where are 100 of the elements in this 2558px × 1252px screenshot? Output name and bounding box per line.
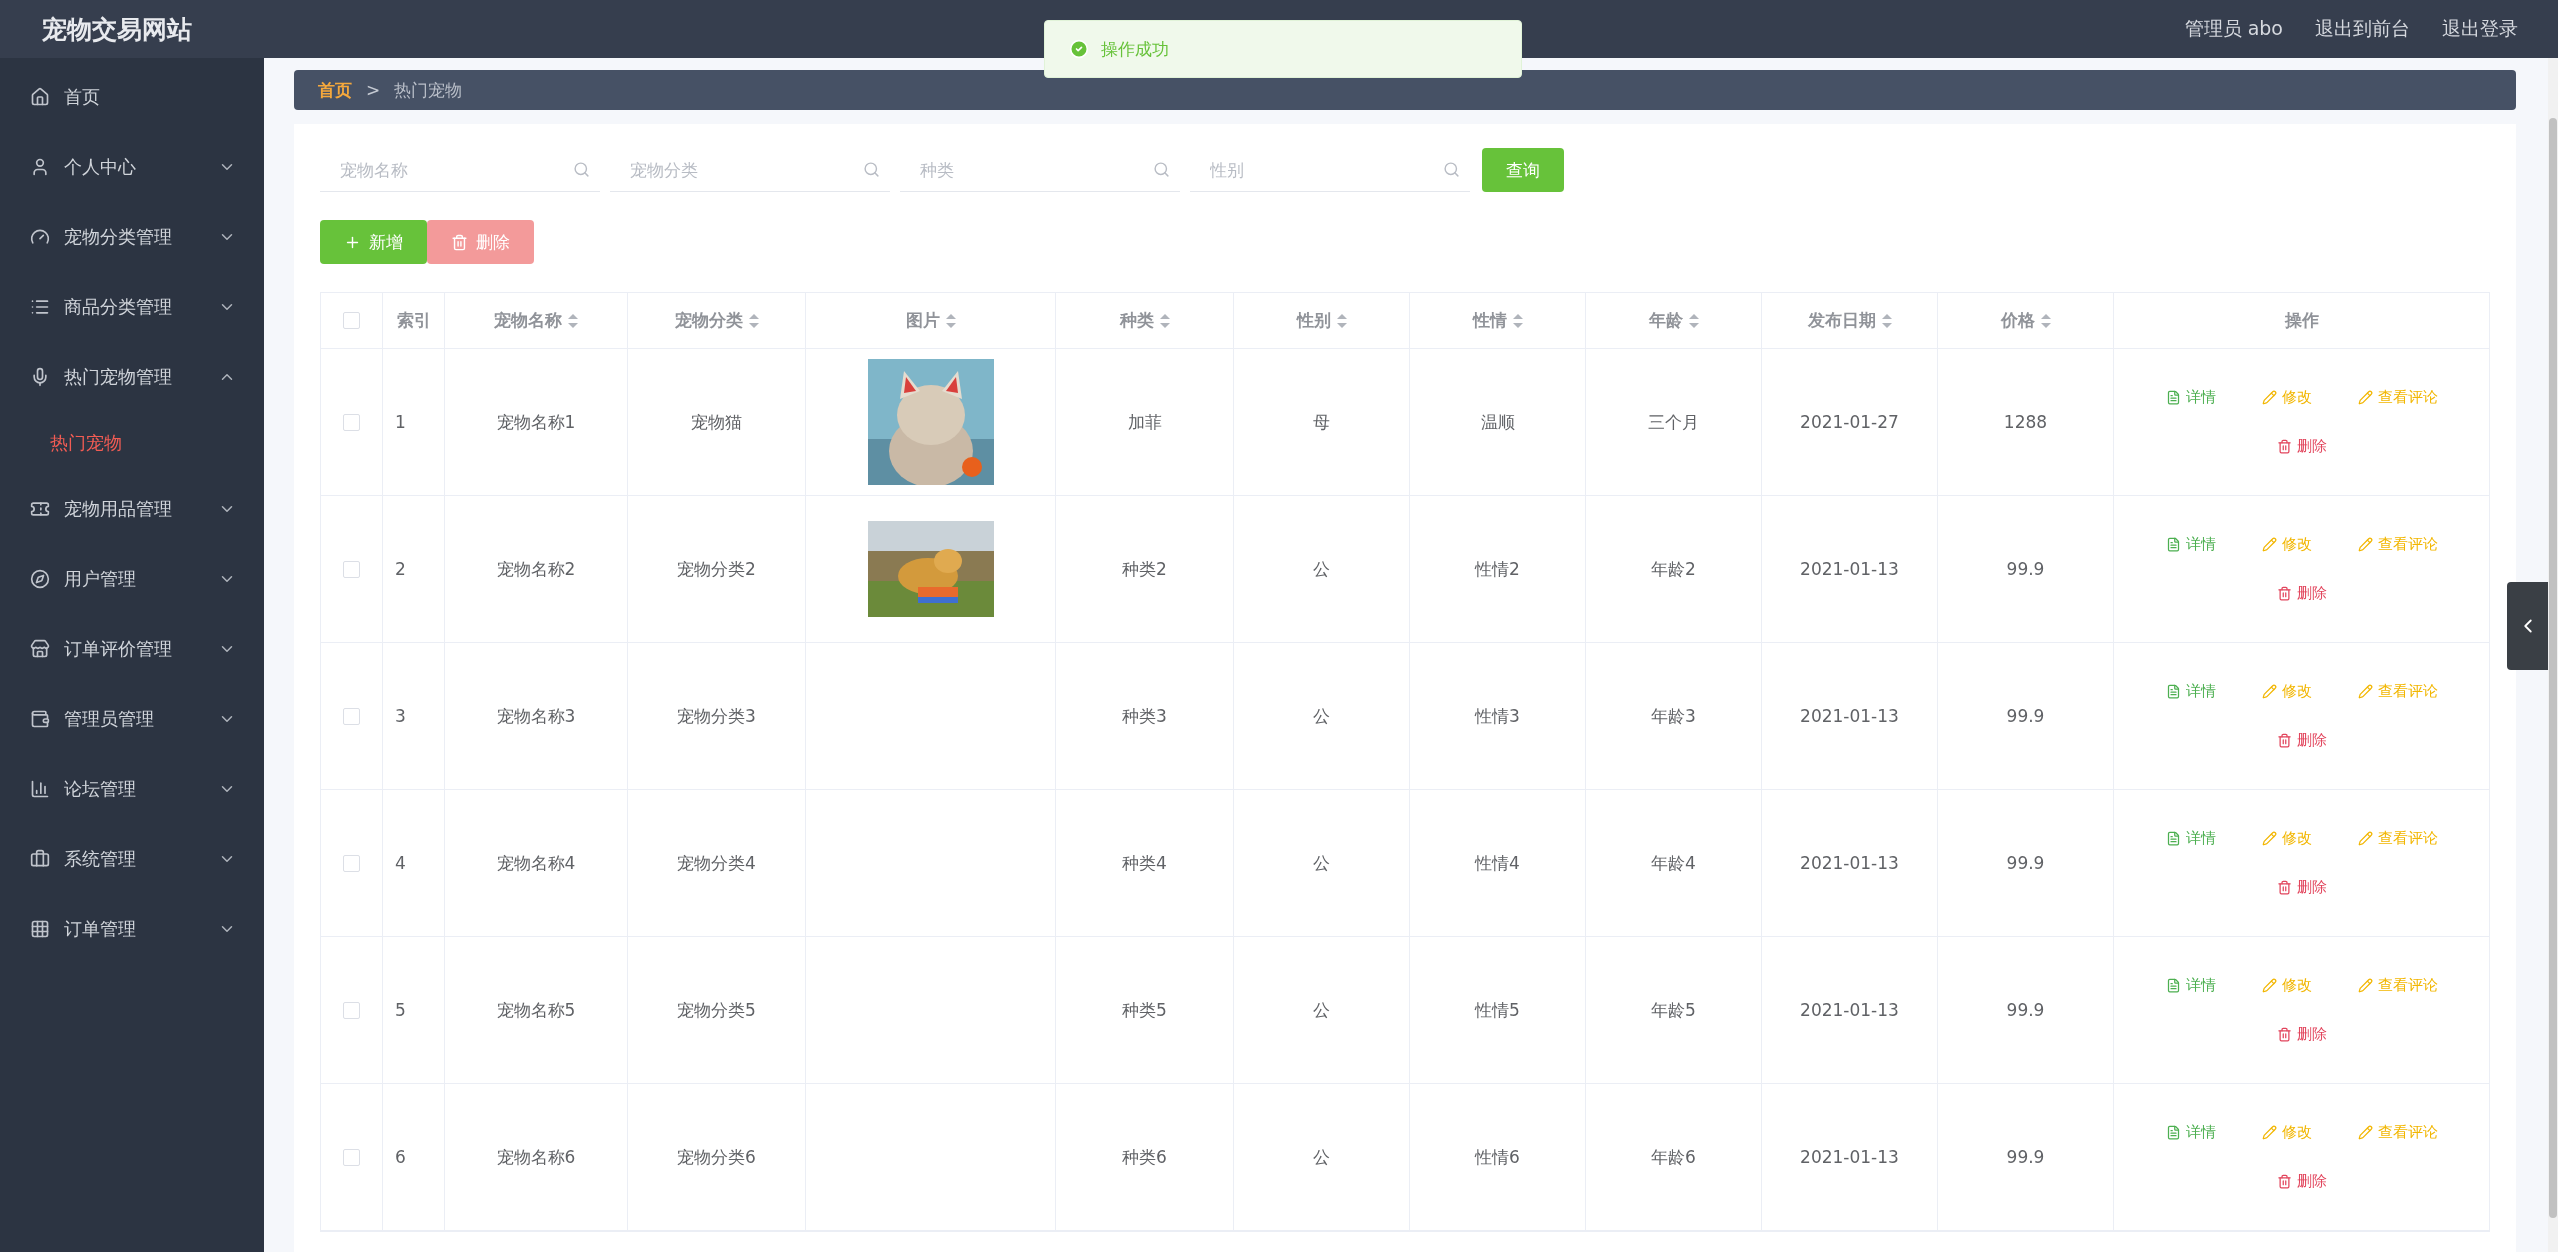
detail-link[interactable]: 详情 bbox=[2165, 388, 2216, 407]
column-header[interactable]: 宠物分类 bbox=[674, 309, 759, 332]
user-name: 管理员 abo bbox=[2184, 16, 2283, 41]
column-header[interactable]: 性别 bbox=[1296, 309, 1347, 332]
row-checkbox[interactable] bbox=[343, 1001, 360, 1019]
table-cell: 温顺 bbox=[1480, 410, 1515, 434]
table-cell: 性情6 bbox=[1475, 1145, 1520, 1169]
table-cell: 宠物名称5 bbox=[496, 998, 576, 1022]
pencil-icon bbox=[2357, 684, 2373, 699]
table-cell: 母 bbox=[1313, 410, 1330, 434]
delete-link[interactable]: 删除 bbox=[2276, 878, 2327, 897]
sort-icon bbox=[2040, 313, 2051, 328]
detail-link[interactable]: 详情 bbox=[2165, 1123, 2216, 1142]
search-field[interactable]: 宠物分类 bbox=[628, 158, 863, 181]
sidebar-item[interactable]: 宠物用品管理 bbox=[0, 474, 264, 544]
sort-icon bbox=[1881, 313, 1892, 328]
table-cell: 宠物分类6 bbox=[677, 1145, 756, 1169]
row-checkbox[interactable] bbox=[343, 1148, 360, 1166]
table-cell: 种类2 bbox=[1122, 557, 1167, 581]
column-header[interactable]: 价格 bbox=[2000, 309, 2051, 332]
detail-link[interactable]: 详情 bbox=[2165, 535, 2216, 554]
edit-link[interactable]: 修改 bbox=[2261, 535, 2312, 554]
column-header[interactable]: 种类 bbox=[1119, 309, 1170, 332]
row-checkbox[interactable] bbox=[343, 854, 360, 872]
sort-icon bbox=[1159, 313, 1170, 328]
delete-link[interactable]: 删除 bbox=[2276, 731, 2327, 750]
detail-link[interactable]: 详情 bbox=[2165, 976, 2216, 995]
sidebar-subitem[interactable]: 热门宠物 bbox=[0, 412, 264, 474]
search-icon bbox=[1153, 161, 1170, 178]
trash-icon bbox=[451, 233, 468, 251]
column-header[interactable]: 发布日期 bbox=[1807, 309, 1892, 332]
delete-link[interactable]: 删除 bbox=[2276, 1172, 2327, 1191]
delete-link[interactable]: 删除 bbox=[2276, 1025, 2327, 1044]
table-cell: 年龄6 bbox=[1651, 1145, 1696, 1169]
column-header: 索引 bbox=[396, 309, 431, 332]
edit-link[interactable]: 修改 bbox=[2261, 1123, 2312, 1142]
row-checkbox[interactable] bbox=[343, 560, 360, 578]
check-icon bbox=[1069, 39, 1089, 59]
collapse-tab[interactable] bbox=[2507, 582, 2548, 670]
table-cell: 99.9 bbox=[2006, 559, 2045, 579]
search-field[interactable]: 宠物名称 bbox=[338, 158, 573, 181]
search-field[interactable]: 性别 bbox=[1208, 158, 1443, 181]
detail-link[interactable]: 详情 bbox=[2165, 829, 2216, 848]
column-header[interactable]: 性情 bbox=[1472, 309, 1523, 332]
select-all-checkbox[interactable] bbox=[343, 312, 360, 329]
table-cell: 2 bbox=[395, 559, 406, 579]
search-button[interactable]: 查询 bbox=[1482, 148, 1564, 192]
sidebar-item[interactable]: 热门宠物管理 bbox=[0, 342, 264, 412]
table-cell: 性情5 bbox=[1475, 998, 1520, 1022]
row-checkbox[interactable] bbox=[343, 707, 360, 725]
sidebar-item[interactable]: 首页 bbox=[0, 62, 264, 132]
sidebar-item[interactable]: 论坛管理 bbox=[0, 754, 264, 824]
table-cell: 宠物分类2 bbox=[677, 557, 756, 581]
document-icon bbox=[2165, 831, 2181, 846]
edit-link[interactable]: 修改 bbox=[2261, 976, 2312, 995]
site-title: 宠物交易网站 bbox=[42, 13, 193, 46]
sidebar-item[interactable]: 系统管理 bbox=[0, 824, 264, 894]
column-header[interactable]: 图片 bbox=[905, 309, 956, 332]
edit-link[interactable]: 修改 bbox=[2261, 682, 2312, 701]
comments-link[interactable]: 查看评论 bbox=[2357, 535, 2438, 554]
comments-link[interactable]: 查看评论 bbox=[2357, 1123, 2438, 1142]
row-checkbox[interactable] bbox=[343, 413, 360, 431]
sidebar-item[interactable]: 商品分类管理 bbox=[0, 272, 264, 342]
sidebar-item[interactable]: 订单评价管理 bbox=[0, 614, 264, 684]
document-icon bbox=[2165, 684, 2181, 699]
table-cell: 99.9 bbox=[2006, 1000, 2045, 1020]
add-button[interactable]: 新增 bbox=[320, 220, 427, 264]
comments-link[interactable]: 查看评论 bbox=[2357, 829, 2438, 848]
table-cell: 2021-01-13 bbox=[1800, 706, 1899, 726]
table-cell: 性情4 bbox=[1475, 851, 1520, 875]
comments-link[interactable]: 查看评论 bbox=[2357, 682, 2438, 701]
edit-link[interactable]: 修改 bbox=[2261, 388, 2312, 407]
column-header[interactable]: 年龄 bbox=[1648, 309, 1699, 332]
sidebar-item[interactable]: 用户管理 bbox=[0, 544, 264, 614]
delete-link[interactable]: 删除 bbox=[2276, 437, 2327, 456]
pencil-icon bbox=[2261, 831, 2277, 846]
delete-link[interactable]: 删除 bbox=[2276, 584, 2327, 603]
table-cell: 99.9 bbox=[2006, 853, 2045, 873]
pencil-icon bbox=[2357, 390, 2373, 405]
table-cell: 性情2 bbox=[1475, 557, 1520, 581]
sidebar-item[interactable]: 订单管理 bbox=[0, 894, 264, 964]
sidebar-item[interactable]: 宠物分类管理 bbox=[0, 202, 264, 272]
search-field[interactable]: 种类 bbox=[918, 158, 1153, 181]
comments-link[interactable]: 查看评论 bbox=[2357, 976, 2438, 995]
table-cell: 1 bbox=[395, 412, 406, 432]
table-cell: 2021-01-13 bbox=[1800, 559, 1899, 579]
sidebar-item[interactable]: 管理员管理 bbox=[0, 684, 264, 754]
table-cell: 年龄4 bbox=[1651, 851, 1696, 875]
breadcrumb-link[interactable]: 首页 bbox=[318, 78, 352, 102]
detail-link[interactable]: 详情 bbox=[2165, 682, 2216, 701]
header-link[interactable]: 退出登录 bbox=[2442, 16, 2518, 42]
table-cell: 宠物名称6 bbox=[496, 1145, 576, 1169]
header-link[interactable]: 退出到前台 bbox=[2315, 16, 2410, 42]
sidebar-item[interactable]: 个人中心 bbox=[0, 132, 264, 202]
column-header[interactable]: 宠物名称 bbox=[494, 309, 578, 332]
comments-link[interactable]: 查看评论 bbox=[2357, 388, 2438, 407]
table-cell: 公 bbox=[1313, 704, 1330, 728]
table-cell: 宠物分类4 bbox=[677, 851, 756, 875]
document-icon bbox=[2165, 390, 2181, 405]
edit-link[interactable]: 修改 bbox=[2261, 829, 2312, 848]
